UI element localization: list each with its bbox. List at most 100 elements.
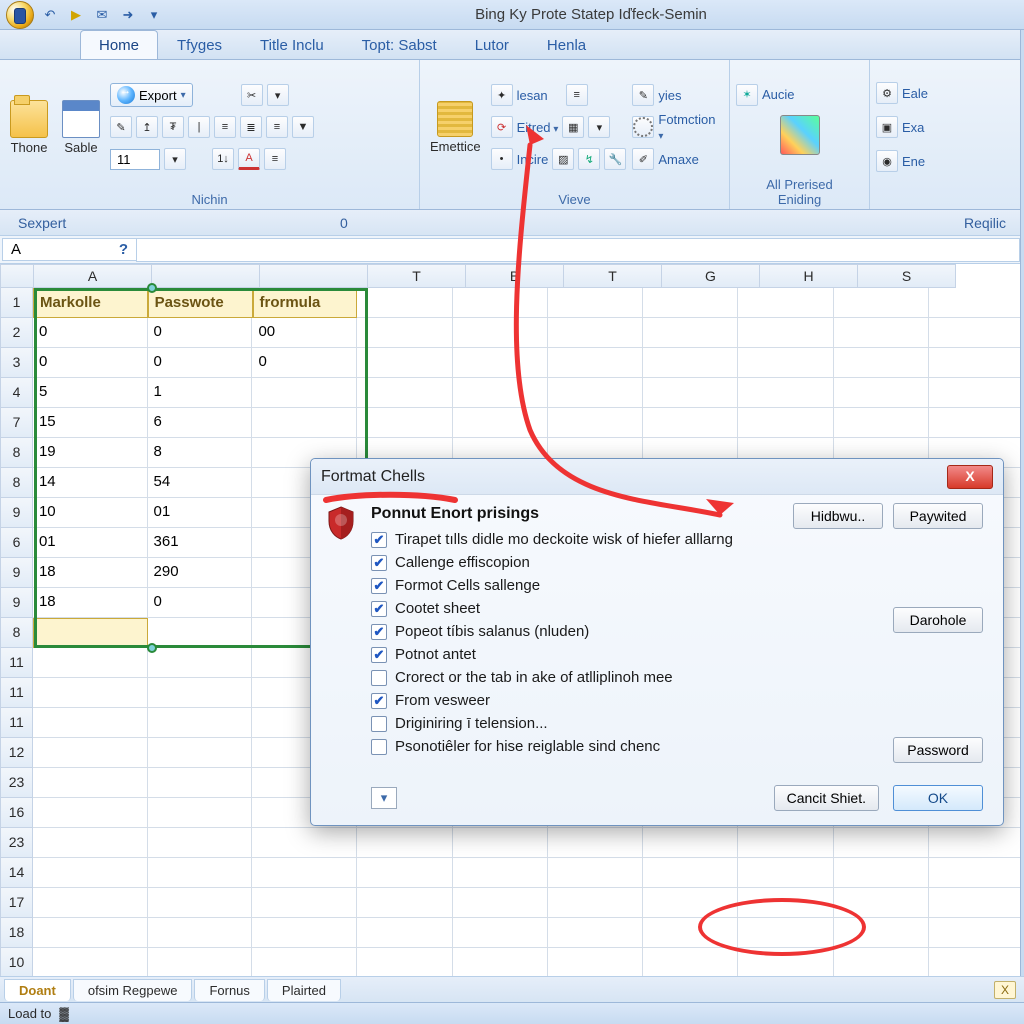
qat-mail-icon[interactable]: ✉ — [92, 5, 112, 25]
checkbox[interactable] — [371, 578, 387, 594]
row-header[interactable]: 16 — [0, 798, 33, 828]
qat-arrow-icon[interactable]: ➜ — [118, 5, 138, 25]
cell[interactable] — [738, 828, 833, 858]
cell[interactable] — [148, 948, 253, 978]
sable-button[interactable]: Sable — [58, 64, 104, 190]
checkbox[interactable] — [371, 739, 387, 755]
cell[interactable] — [252, 408, 357, 438]
row-header[interactable]: 23 — [0, 768, 33, 798]
checkbox[interactable] — [371, 693, 387, 709]
row-header[interactable]: 17 — [0, 888, 33, 918]
sheet-x-indicator[interactable]: X — [994, 981, 1016, 999]
header-cell[interactable]: Markolle — [33, 288, 148, 318]
row-header[interactable]: 2 — [0, 318, 33, 348]
cell[interactable]: 10 — [33, 498, 148, 528]
sheet-tab[interactable]: Doant — [4, 979, 71, 1001]
row-header[interactable]: 4 — [0, 378, 33, 408]
up-icon[interactable]: ↥ — [136, 116, 158, 138]
name-box[interactable]: A ? — [2, 238, 136, 261]
cell[interactable] — [548, 288, 643, 318]
align-right-icon[interactable]: ≡ — [266, 116, 288, 138]
cell[interactable] — [834, 408, 929, 438]
cell[interactable] — [252, 828, 357, 858]
cell[interactable]: 00 — [252, 318, 357, 348]
cell[interactable] — [357, 948, 452, 978]
col-header[interactable]: B — [466, 264, 564, 288]
checkbox[interactable] — [371, 624, 387, 640]
cell[interactable] — [548, 828, 643, 858]
row-header[interactable]: 8 — [0, 618, 33, 648]
cell[interactable] — [33, 738, 148, 768]
row-header[interactable]: 3 — [0, 348, 33, 378]
row-header[interactable]: 10 — [0, 948, 33, 978]
cell[interactable] — [252, 378, 357, 408]
cell[interactable] — [33, 708, 148, 738]
cell[interactable] — [548, 918, 643, 948]
box-icon[interactable]: ▣ — [876, 116, 898, 138]
row-header[interactable]: 11 — [0, 648, 33, 678]
cell[interactable] — [252, 918, 357, 948]
cell[interactable]: 18 — [33, 558, 148, 588]
tab-title-inclu[interactable]: Title Inclu — [241, 30, 343, 59]
cell[interactable]: 0 — [33, 318, 148, 348]
sheet-tab[interactable]: Plairted — [267, 979, 341, 1001]
row-header[interactable]: 8 — [0, 468, 33, 498]
cell[interactable] — [148, 858, 253, 888]
cell[interactable] — [33, 858, 148, 888]
cell[interactable] — [148, 708, 253, 738]
cell[interactable] — [33, 828, 148, 858]
right-scrollbar[interactable] — [1020, 30, 1024, 976]
cell[interactable] — [252, 948, 357, 978]
star-icon[interactable]: ✶ — [736, 84, 758, 106]
cell[interactable] — [929, 378, 1024, 408]
cell[interactable] — [643, 348, 738, 378]
cell[interactable] — [643, 918, 738, 948]
sheet-tab[interactable]: ofsim Regpewe — [73, 979, 193, 1001]
pic-icon[interactable]: ▨ — [552, 148, 574, 170]
tab-tfyges[interactable]: Tfyges — [158, 30, 241, 59]
col-header[interactable]: A — [34, 264, 152, 288]
cell[interactable] — [148, 738, 253, 768]
cell[interactable] — [929, 318, 1024, 348]
tool-icon[interactable]: ↯ — [578, 148, 600, 170]
cell[interactable] — [33, 948, 148, 978]
cell[interactable] — [929, 348, 1024, 378]
sheet-tab[interactable]: Fornus — [194, 979, 264, 1001]
row-header[interactable]: 11 — [0, 708, 33, 738]
cell[interactable]: 361 — [148, 528, 253, 558]
header-cell[interactable]: Passwote — [148, 288, 253, 318]
cell[interactable] — [453, 948, 548, 978]
cell[interactable] — [357, 348, 452, 378]
cell[interactable] — [453, 318, 548, 348]
cell[interactable]: 19 — [33, 438, 148, 468]
dropdown-icon[interactable]: ▾ — [164, 148, 186, 170]
more-icon[interactable]: ▾ — [267, 84, 289, 106]
cell[interactable] — [453, 348, 548, 378]
col-header[interactable]: G — [662, 264, 760, 288]
cell[interactable] — [738, 918, 833, 948]
cancel-button[interactable]: Cancit Shiet. — [774, 785, 879, 811]
cell[interactable] — [834, 948, 929, 978]
cell[interactable] — [929, 858, 1024, 888]
paywited-button[interactable]: Paywited — [893, 503, 983, 529]
cell[interactable] — [738, 318, 833, 348]
sphere-icon[interactable]: ◉ — [876, 150, 898, 172]
qat-play-icon[interactable]: ▶ — [66, 5, 86, 25]
cell[interactable] — [357, 378, 452, 408]
cell[interactable] — [33, 618, 148, 648]
cell[interactable] — [33, 678, 148, 708]
cell[interactable] — [357, 888, 452, 918]
cell[interactable] — [33, 648, 148, 678]
darohole-button[interactable]: Darohole — [893, 607, 983, 633]
lines2-icon[interactable]: ≡ — [566, 84, 588, 106]
cell[interactable] — [357, 408, 452, 438]
cell[interactable]: 54 — [148, 468, 253, 498]
cell[interactable] — [33, 888, 148, 918]
cell[interactable]: 18 — [33, 588, 148, 618]
cell[interactable] — [357, 318, 452, 348]
tab-henla[interactable]: Henla — [528, 30, 605, 59]
row-header[interactable]: 6 — [0, 528, 33, 558]
cell[interactable] — [453, 858, 548, 888]
tt-icon[interactable]: ₮ — [162, 116, 184, 138]
cell[interactable] — [33, 798, 148, 828]
